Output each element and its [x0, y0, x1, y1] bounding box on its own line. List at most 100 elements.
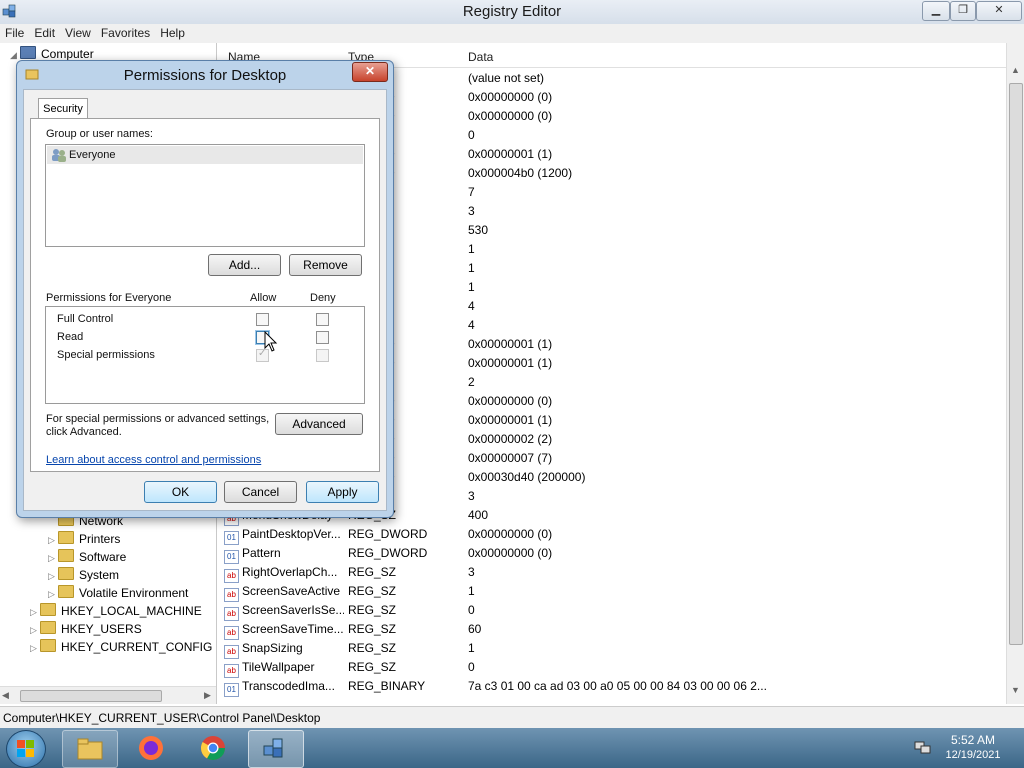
cell-data: 0x00000007 (7) — [468, 451, 553, 465]
tree-item-system[interactable]: ▷ System — [48, 566, 119, 585]
learn-link[interactable]: Learn about access control and permissio… — [46, 454, 261, 466]
scroll-up-icon[interactable]: ▲ — [1011, 65, 1020, 75]
tree-label: Printers — [79, 532, 121, 546]
scroll-down-icon[interactable]: ▼ — [1011, 685, 1020, 695]
deny-header: Deny — [310, 292, 336, 304]
cell-data: 0x00000001 (1) — [468, 413, 553, 427]
apply-button[interactable]: Apply — [306, 481, 379, 503]
string-value-icon: ab — [224, 626, 239, 640]
remove-button[interactable]: Remove — [289, 254, 362, 276]
scroll-right-icon[interactable]: ▶ — [204, 690, 211, 701]
folder-icon — [58, 549, 74, 562]
perm-read: Read — [57, 331, 84, 343]
menu-file[interactable]: File — [0, 24, 29, 43]
scroll-thumb[interactable] — [1009, 83, 1023, 645]
value-name: Pattern — [242, 546, 281, 560]
cell-name: ab SnapSizing — [224, 639, 344, 659]
start-button[interactable] — [6, 730, 46, 768]
cell-data: 4 — [468, 318, 475, 332]
cell-data: 1 — [468, 584, 475, 598]
tab-security[interactable]: Security — [38, 98, 88, 119]
column-data[interactable]: Data — [468, 50, 493, 64]
minimize-button[interactable]: ▁ — [922, 1, 950, 21]
table-row[interactable]: 01 Pattern REG_DWORD 0x00000000 (0) — [220, 544, 1006, 564]
menu-edit[interactable]: Edit — [29, 24, 60, 43]
network-icon[interactable] — [914, 740, 932, 756]
scroll-thumb[interactable] — [20, 690, 162, 702]
cell-data: 1 — [468, 261, 475, 275]
cell-data: 0 — [468, 660, 475, 674]
tree-item-hku[interactable]: ▷ HKEY_USERS — [30, 620, 142, 639]
list-item-everyone[interactable]: Everyone — [47, 146, 363, 164]
cell-data: 0x00000000 (0) — [468, 90, 553, 104]
menu-favorites[interactable]: Favorites — [96, 24, 155, 43]
table-row[interactable]: ab SnapSizing REG_SZ 1 — [220, 639, 1006, 659]
cell-data: 400 — [468, 508, 489, 522]
tree-horizontal-scrollbar[interactable]: ◀ ▶ — [0, 686, 216, 704]
cell-type: REG_SZ — [348, 584, 397, 598]
table-row[interactable]: ab RightOverlapCh... REG_SZ 3 — [220, 563, 1006, 583]
cell-type: REG_SZ — [348, 660, 397, 674]
permissions-dialog: Permissions for Desktop ✕ Security Group… — [16, 60, 394, 518]
tree-item-hkcc[interactable]: ▷ HKEY_CURRENT_CONFIG — [30, 638, 212, 657]
cell-data: 0x00000000 (0) — [468, 546, 553, 560]
tree-item-software[interactable]: ▷ Software — [48, 548, 126, 567]
menu-view[interactable]: View — [60, 24, 96, 43]
table-row[interactable]: ab ScreenSaverIsSe... REG_SZ 0 — [220, 601, 1006, 621]
cell-name: ab ScreenSaveTime... — [224, 620, 344, 640]
table-row[interactable]: 01 PaintDesktopVer... REG_DWORD 0x00000000 … — [220, 525, 1006, 545]
cell-data: 0x00030d40 (200000) — [468, 470, 586, 484]
maximize-button[interactable]: ❐ — [950, 1, 976, 21]
ok-button[interactable]: OK — [144, 481, 217, 503]
cell-data: 1 — [468, 641, 475, 655]
taskbar-registry-editor[interactable] — [248, 730, 304, 768]
menu-help[interactable]: Help — [155, 24, 190, 43]
taskbar-chrome[interactable] — [186, 730, 240, 766]
cancel-button[interactable]: Cancel — [224, 481, 297, 503]
taskbar-date[interactable]: 12/19/2021 — [940, 749, 1006, 761]
cell-name: 01 TranscodedIma... — [224, 677, 344, 697]
close-button[interactable]: ✕ — [976, 1, 1022, 21]
tree-item-volatile-environment[interactable]: ▷ Volatile Environment — [48, 584, 188, 603]
cell-type: REG_DWORD — [348, 546, 428, 560]
tree-item-printers[interactable]: ▷ Printers — [48, 530, 120, 549]
tree-label: Software — [79, 550, 127, 564]
advanced-button[interactable]: Advanced — [275, 413, 363, 435]
registry-app-icon — [263, 738, 283, 758]
value-name: TranscodedIma... — [242, 679, 335, 693]
cell-data: 7a c3 01 00 ca ad 03 00 a0 05 00 00 84 0… — [468, 679, 767, 693]
deny-read-checkbox[interactable] — [316, 331, 329, 344]
perm-full-control: Full Control — [57, 313, 114, 325]
allow-full-control-checkbox[interactable] — [256, 313, 269, 326]
minimize-icon: ▁ — [931, 4, 941, 16]
user-name: Everyone — [69, 149, 116, 161]
folder-icon — [40, 639, 56, 652]
table-row[interactable]: ab TileWallpaper REG_SZ 0 — [220, 658, 1006, 678]
window-title: Registry Editor — [462, 3, 562, 20]
cell-type: REG_DWORD — [348, 527, 428, 541]
status-bar: Computer\HKEY_CURRENT_USER\Control Panel… — [0, 706, 1024, 729]
table-row[interactable]: 01 TranscodedIma... REG_BINARY 7a c3 01 00 … — [220, 677, 1006, 697]
string-value-icon: ab — [224, 645, 239, 659]
folder-icon — [58, 585, 74, 598]
taskbar-explorer[interactable] — [62, 730, 118, 768]
cell-data: 3 — [468, 489, 475, 503]
string-value-icon: ab — [224, 607, 239, 621]
cell-data: 530 — [468, 223, 489, 237]
scroll-left-icon[interactable]: ◀ — [2, 690, 9, 701]
tree-label: Volatile Environment — [79, 586, 189, 600]
add-button[interactable]: Add... — [208, 254, 281, 276]
table-row[interactable]: ab ScreenSaveTime... REG_SZ 60 — [220, 620, 1006, 640]
deny-full-control-checkbox[interactable] — [316, 313, 329, 326]
user-list[interactable]: Everyone — [45, 144, 365, 247]
taskbar-time[interactable]: 5:52 AM — [940, 733, 1006, 747]
list-vertical-scrollbar[interactable]: ▲ ▼ — [1006, 43, 1024, 704]
cell-data: 0x00000000 (0) — [468, 394, 553, 408]
tree-item-hklm[interactable]: ▷ HKEY_LOCAL_MACHINE — [30, 602, 202, 621]
dialog-close-button[interactable]: ✕ — [352, 62, 388, 82]
folder-icon — [40, 621, 56, 634]
table-row[interactable]: ab ScreenSaveActive REG_SZ 1 — [220, 582, 1006, 602]
permissions-list: Full Control Read Special permissions ✓ — [45, 306, 365, 404]
taskbar-firefox[interactable] — [124, 730, 178, 766]
cell-name: 01 PaintDesktopVer... — [224, 525, 344, 545]
